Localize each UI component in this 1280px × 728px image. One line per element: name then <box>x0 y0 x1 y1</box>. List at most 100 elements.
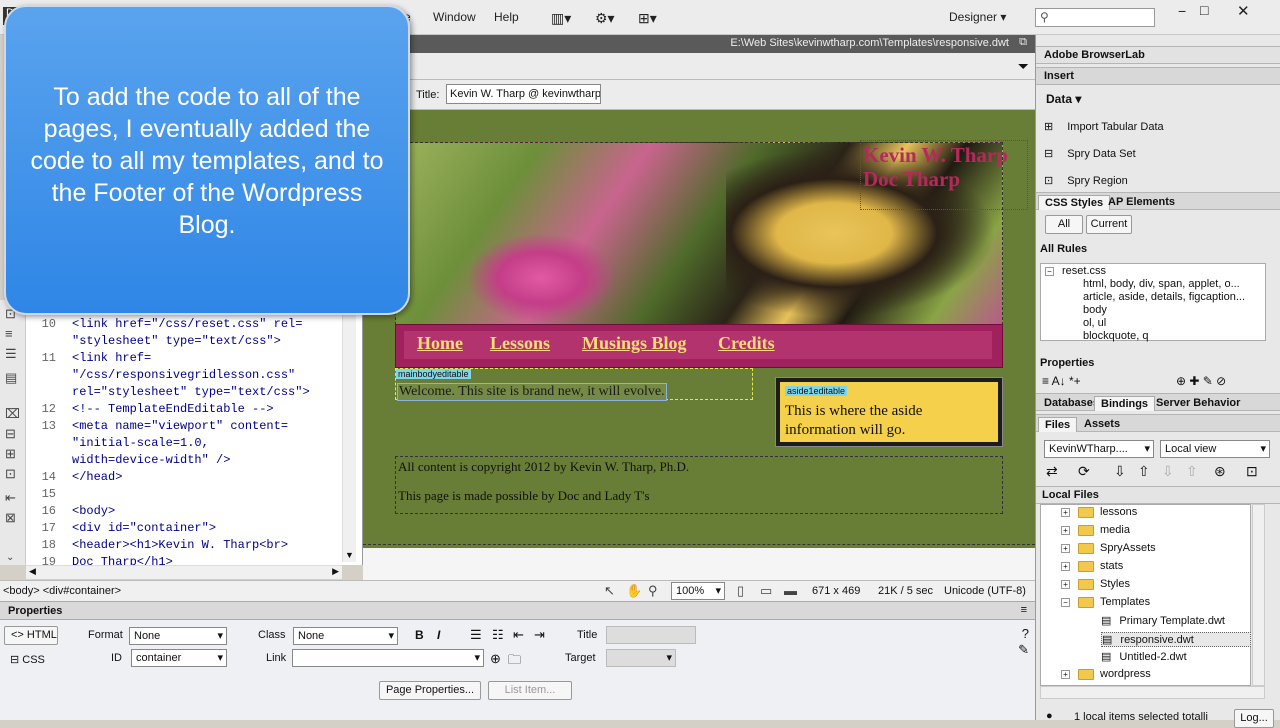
window-size[interactable]: 671 x 469 <box>812 585 860 597</box>
tab-ap-elements[interactable]: AP Elements <box>1102 195 1181 209</box>
site-icon[interactable]: ⊞▾ <box>638 10 657 27</box>
apply-comment-icon[interactable]: ⊠ <box>5 510 16 526</box>
view-select[interactable]: Local view <box>1160 440 1270 458</box>
aside-box[interactable]: aside1editable This is where the aside i… <box>775 377 1003 447</box>
insert-item-import[interactable]: ⊞ Import Tabular Data <box>1044 120 1164 133</box>
rule-item[interactable]: blockquote, q <box>1083 330 1148 342</box>
title-input[interactable]: Kevin W. Tharp @ kevinwtharp <box>446 84 601 104</box>
file-untitled[interactable]: ▤ Untitled-2.dwt <box>1101 650 1187 663</box>
all-button[interactable]: All <box>1045 215 1083 234</box>
tablet-size-icon[interactable]: ▭ <box>760 583 772 599</box>
insert-item-dataset[interactable]: ⊟ Spry Data Set <box>1044 147 1136 160</box>
file-tree[interactable]: + lessons + media + SpryAssets + stats + Styl… <box>1040 504 1251 686</box>
rule-item[interactable]: article, aside, details, figcaption... <box>1083 291 1245 303</box>
folder-templates[interactable]: − Templates <box>1061 596 1150 608</box>
help-icon[interactable]: ? <box>1022 626 1029 641</box>
connect-icon[interactable]: ⇄ <box>1046 463 1058 480</box>
folder-lessons[interactable]: + lessons <box>1061 506 1137 518</box>
gear-icon[interactable]: ⚙▾ <box>595 10 615 27</box>
put-icon[interactable]: ⇧ <box>1138 463 1150 480</box>
file-primary-template[interactable]: ▤ Primary Template.dwt <box>1101 614 1225 627</box>
menu-help[interactable]: Help <box>494 10 519 24</box>
ordered-list-icon[interactable]: ☷ <box>492 627 504 643</box>
unordered-list-icon[interactable]: ☰ <box>470 627 482 643</box>
checkin-icon[interactable]: ⇧ <box>1186 463 1198 480</box>
log-button[interactable]: Log... <box>1234 709 1274 728</box>
design-view[interactable]: Kevin W. Tharp Doc Tharp Home Lessons Mu… <box>363 110 1035 548</box>
nav-home-link[interactable]: Home <box>417 333 463 354</box>
folder-media[interactable]: + media <box>1061 524 1130 536</box>
expand-panel-icon[interactable]: ⊡ <box>1246 463 1258 480</box>
format-icon[interactable]: ☰ <box>5 346 17 362</box>
sync-icon[interactable]: ⊛ <box>1214 463 1226 480</box>
tab-assets[interactable]: Assets <box>1078 417 1126 431</box>
insert-category-select[interactable]: Data ▾ <box>1046 92 1081 106</box>
page-properties-button[interactable]: Page Properties... <box>379 681 481 700</box>
comment-icon[interactable]: ⌧ <box>5 406 20 422</box>
quick-tag-icon[interactable]: ✎ <box>1018 642 1029 658</box>
indent-icon[interactable]: ≡ <box>5 326 13 341</box>
tab-bindings[interactable]: Bindings <box>1094 396 1156 411</box>
code-scrollbar-h[interactable]: ◀ ▶ <box>26 565 342 579</box>
point-to-file-icon[interactable]: ⊕ <box>490 651 501 667</box>
outdent-icon[interactable]: ⇤ <box>5 490 16 506</box>
browse-folder-icon[interactable]: 🗀 <box>508 651 521 673</box>
workspace-switcher[interactable]: Designer ▾ <box>949 10 1006 24</box>
file-tree-scrollbar[interactable] <box>1252 504 1265 686</box>
restore-icon[interactable]: ⧉ <box>1019 36 1027 49</box>
main-editable-region[interactable]: mainbodyeditable Welcome. This site is b… <box>395 368 753 401</box>
pointer-icon[interactable]: ↖ <box>604 583 615 599</box>
list-item-button[interactable]: List Item... <box>488 681 572 700</box>
id-select[interactable]: container <box>131 649 227 667</box>
target-select[interactable] <box>606 649 676 667</box>
folder-spryassets[interactable]: + SpryAssets <box>1061 542 1156 554</box>
snippet-icon[interactable]: ⊟ <box>5 426 16 442</box>
get-icon[interactable]: ⇩ <box>1114 463 1126 480</box>
file-responsive[interactable]: ▤ responsive.dwt <box>1101 632 1251 647</box>
tab-css-styles[interactable]: CSS Styles <box>1038 195 1111 210</box>
browserlab-header[interactable]: Adobe BrowserLab <box>1036 46 1280 64</box>
balance-icon[interactable]: ⊡ <box>5 466 16 482</box>
title-field[interactable] <box>606 626 696 644</box>
rules-list[interactable]: − reset.css html, body, div, span, applet… <box>1040 263 1266 342</box>
rule-item[interactable]: body <box>1083 304 1107 316</box>
scroll-right-icon[interactable]: ▶ <box>332 566 339 577</box>
insert-header[interactable]: Insert <box>1036 67 1280 85</box>
folder-wordpress[interactable]: + wordpress <box>1061 668 1151 680</box>
insert-item-region[interactable]: ⊡ Spry Region <box>1044 174 1128 187</box>
nav-musings-link[interactable]: Musings Blog <box>582 333 687 354</box>
folder-styles[interactable]: + Styles <box>1061 578 1130 590</box>
folder-stats[interactable]: + stats <box>1061 560 1123 572</box>
rule-item[interactable]: html, body, div, span, applet, o... <box>1083 278 1240 290</box>
tab-server-behaviors[interactable]: Server Behavior <box>1150 396 1246 410</box>
zoom-icon[interactable]: ⚲ <box>648 583 658 599</box>
minimize-button[interactable]: − <box>1178 3 1186 19</box>
layout-icon[interactable]: ▥▾ <box>551 10 571 27</box>
tag-selector[interactable]: <body> <div#container> <box>3 585 121 597</box>
file-tree-hscroll[interactable] <box>1040 686 1265 699</box>
select-parent-icon[interactable]: ⊞ <box>5 446 16 462</box>
scroll-left-icon[interactable]: ◀ <box>29 566 36 577</box>
site-select[interactable]: KevinWTharp.... <box>1044 440 1154 458</box>
indent-text-icon[interactable]: ⇥ <box>534 627 545 643</box>
link-input[interactable] <box>292 649 484 667</box>
html-tab[interactable]: <> HTML <box>4 626 58 645</box>
desktop-size-icon[interactable]: ▬ <box>784 583 797 598</box>
css-tools-icon[interactable]: ⊕ ✚ ✎ ⊘ <box>1176 374 1226 388</box>
italic-button[interactable]: I <box>437 628 440 642</box>
refresh-icon[interactable]: ⟳ <box>1078 463 1090 480</box>
zoom-select[interactable]: 100% <box>671 582 725 600</box>
hand-icon[interactable]: ✋ <box>626 583 642 599</box>
current-button[interactable]: Current <box>1086 215 1132 234</box>
menu-window[interactable]: Window <box>433 10 476 24</box>
panel-menu-icon[interactable]: ≡ <box>1021 604 1027 616</box>
scroll-down-icon[interactable]: ▼ <box>345 550 354 560</box>
highlight-icon[interactable]: ▤ <box>5 370 17 386</box>
code-scrollbar-v[interactable]: ▼ <box>342 300 356 562</box>
tab-files[interactable]: Files <box>1038 417 1078 432</box>
expand-icon[interactable]: ⌄ <box>6 552 14 563</box>
nav-lessons-link[interactable]: Lessons <box>490 333 550 354</box>
format-select[interactable]: None <box>129 627 227 645</box>
maximize-button[interactable]: □ <box>1200 2 1208 18</box>
mobile-size-icon[interactable]: ▯ <box>737 583 744 599</box>
